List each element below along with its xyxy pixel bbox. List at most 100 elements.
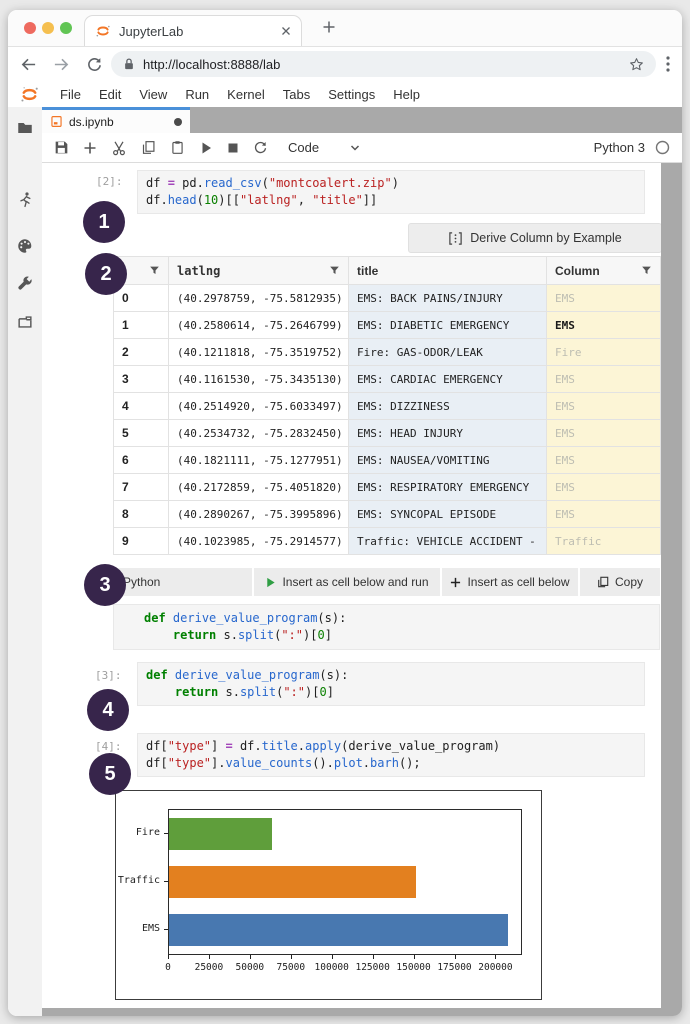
- row-index-cell: 5: [114, 420, 169, 447]
- menu-run[interactable]: Run: [176, 87, 218, 102]
- annotation-badge-2: 2: [85, 253, 127, 295]
- copy-icon: [597, 576, 609, 588]
- browser-address-row: http://localhost:8888/lab: [8, 47, 682, 81]
- menu-help[interactable]: Help: [384, 87, 429, 102]
- filter-icon[interactable]: [641, 265, 652, 276]
- menu-kernel[interactable]: Kernel: [218, 87, 274, 102]
- table-row: 0(40.2978759, -75.5812935)EMS: BACK PAIN…: [114, 285, 661, 312]
- xtick-label: 100000: [315, 962, 349, 973]
- table-row: 8(40.2890267, -75.3995896)EMS: SYNCOPAL …: [114, 501, 661, 528]
- file-browser-icon[interactable]: [16, 119, 34, 137]
- snippet-toolbar: Python Insert as cell below and run Inse…: [113, 568, 660, 596]
- annotation-badge-4: 4: [87, 689, 129, 731]
- latlng-cell: (40.1161530, -75.3435130): [169, 366, 349, 393]
- tab-close-icon[interactable]: [281, 26, 291, 36]
- running-kernels-icon[interactable]: [17, 191, 33, 209]
- kernel-name-label[interactable]: Python 3: [594, 140, 645, 155]
- derived-column-cell[interactable]: Traffic: [547, 528, 661, 555]
- xtick-mark: [209, 955, 210, 959]
- insert-and-run-button[interactable]: Insert as cell below and run: [254, 568, 440, 596]
- xtick-label: 150000: [396, 962, 430, 973]
- save-icon[interactable]: [54, 140, 69, 155]
- filter-icon[interactable]: [329, 265, 340, 276]
- derive-column-icon: [448, 231, 463, 246]
- latlng-cell: (40.2890267, -75.3995896): [169, 501, 349, 528]
- window-minimize-button[interactable]: [42, 22, 54, 34]
- grid-header-row: latlng title Column: [114, 257, 661, 285]
- cell3-prompt: [3]:: [95, 669, 122, 682]
- xtick-label: 75000: [276, 962, 305, 973]
- window-zoom-button[interactable]: [60, 22, 72, 34]
- cell-type-select[interactable]: Code: [288, 140, 319, 155]
- window-close-button[interactable]: [24, 22, 36, 34]
- row-index-cell: 7: [114, 474, 169, 501]
- annotation-badge-5: 5: [89, 753, 131, 795]
- derived-column-cell[interactable]: EMS: [547, 501, 661, 528]
- screenshot-stage: JupyterLab http://localhost:8888/lab: [0, 0, 690, 1024]
- menu-file[interactable]: File: [51, 87, 90, 102]
- open-tabs-icon[interactable]: [16, 313, 34, 331]
- data-grid: latlng title Column 0(40.2978759, -75.58…: [113, 256, 661, 555]
- derived-column-cell[interactable]: Fire: [547, 339, 661, 366]
- row-index-cell: 0: [114, 285, 169, 312]
- browser-menu-kebab-icon[interactable]: [666, 56, 670, 72]
- derived-column-cell[interactable]: EMS: [547, 447, 661, 474]
- back-icon[interactable]: [20, 56, 37, 73]
- run-cell-icon[interactable]: [199, 141, 213, 155]
- kernel-status-icon[interactable]: [655, 140, 670, 155]
- cell2-code-editor[interactable]: df = pd.read_csv("montcoalert.zip")df.he…: [137, 170, 645, 214]
- copy-snippet-button[interactable]: Copy: [580, 568, 660, 596]
- unsaved-dot-icon[interactable]: [174, 118, 182, 126]
- ytick-label: Traffic: [116, 875, 160, 886]
- chevron-down-icon[interactable]: [349, 142, 361, 154]
- bar-traffic: [169, 866, 416, 898]
- bookmark-star-icon[interactable]: [629, 57, 644, 72]
- address-bar[interactable]: http://localhost:8888/lab: [111, 51, 656, 77]
- row-index-cell: 2: [114, 339, 169, 366]
- derived-column-cell[interactable]: EMS: [547, 474, 661, 501]
- paste-cells-icon[interactable]: [170, 140, 185, 155]
- browser-tab[interactable]: JupyterLab: [84, 15, 302, 46]
- row-index-cell: 1: [114, 312, 169, 339]
- cell2-prompt: [2]:: [96, 175, 123, 188]
- restart-kernel-icon[interactable]: [253, 140, 268, 155]
- filter-icon[interactable]: [149, 265, 160, 276]
- title-cell: Traffic: VEHICLE ACCIDENT -: [349, 528, 547, 555]
- derived-column-cell[interactable]: EMS: [547, 366, 661, 393]
- jupyter-logo-icon: [20, 85, 39, 104]
- latlng-cell: (40.1211818, -75.3519752): [169, 339, 349, 366]
- new-tab-button[interactable]: [322, 20, 336, 39]
- title-cell: EMS: NAUSEA/VOMITING: [349, 447, 547, 474]
- snippet-language-label: Python: [113, 568, 252, 596]
- command-palette-icon[interactable]: [16, 237, 34, 255]
- menu-edit[interactable]: Edit: [90, 87, 130, 102]
- url-text[interactable]: http://localhost:8888/lab: [143, 57, 621, 72]
- ytick-mark: [164, 833, 168, 834]
- property-inspector-wrench-icon[interactable]: [16, 275, 34, 293]
- title-cell: EMS: BACK PAINS/INJURY: [349, 285, 547, 312]
- derived-column-cell[interactable]: EMS: [547, 285, 661, 312]
- cell3-code-editor[interactable]: def derive_value_program(s): return s.sp…: [137, 662, 645, 706]
- derived-column-cell[interactable]: EMS: [547, 393, 661, 420]
- title-cell: Fire: GAS-ODOR/LEAK: [349, 339, 547, 366]
- row-index-cell: 8: [114, 501, 169, 528]
- derived-column-cell[interactable]: EMS: [547, 420, 661, 447]
- derive-column-button[interactable]: Derive Column by Example: [408, 223, 661, 253]
- reload-icon[interactable]: [86, 56, 103, 73]
- menu-tabs[interactable]: Tabs: [274, 87, 319, 102]
- xtick-label: 175000: [437, 962, 471, 973]
- derived-column-cell[interactable]: EMS: [547, 312, 661, 339]
- forward-icon[interactable]: [53, 56, 70, 73]
- xtick-label: 25000: [195, 962, 224, 973]
- menu-settings[interactable]: Settings: [319, 87, 384, 102]
- copy-cells-icon[interactable]: [141, 140, 156, 155]
- menu-view[interactable]: View: [130, 87, 176, 102]
- add-cell-icon[interactable]: [83, 141, 97, 155]
- notebook-doc-tab[interactable]: ds.ipynb: [42, 107, 190, 133]
- insert-below-button[interactable]: Insert as cell below: [442, 568, 578, 596]
- interrupt-kernel-icon[interactable]: [227, 142, 239, 154]
- browser-tab-strip: JupyterLab: [8, 10, 682, 47]
- xtick-mark: [455, 955, 456, 959]
- cell4-code-editor[interactable]: df["type"] = df.title.apply(derive_value…: [137, 733, 645, 777]
- cut-cells-icon[interactable]: [111, 140, 127, 156]
